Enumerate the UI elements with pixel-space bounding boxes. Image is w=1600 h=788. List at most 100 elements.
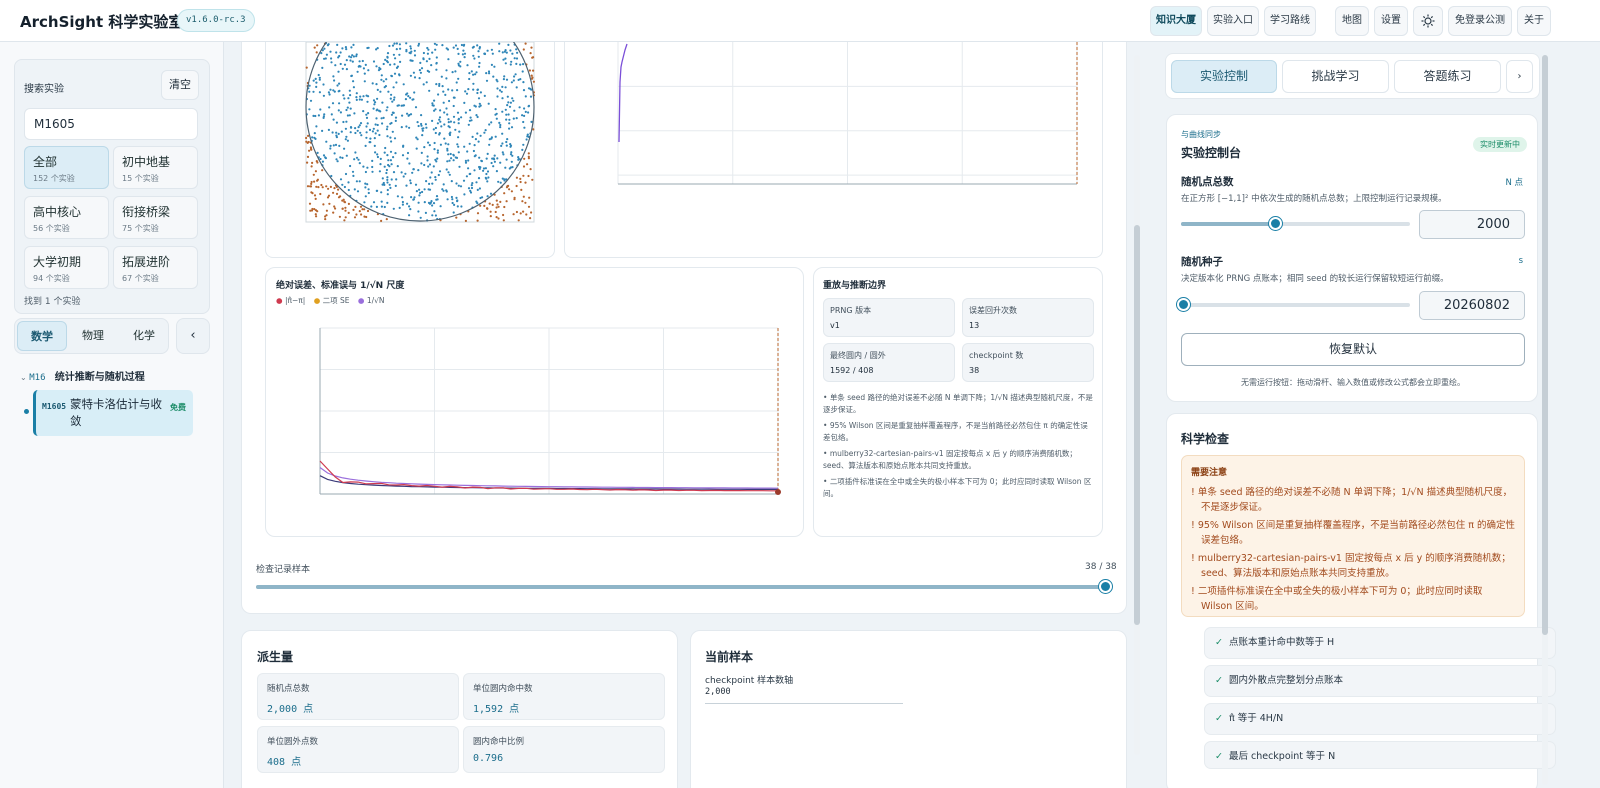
note-item: • mulberry32-cartesian-pairs-v1 固定按每点 x …	[823, 449, 1077, 470]
subject-math[interactable]: 数学	[17, 321, 67, 351]
category-senior[interactable]: 高中核心 56 个实验	[24, 196, 109, 239]
right-scrollbar-thumb[interactable]	[1542, 55, 1548, 635]
legend-err: |π̂−π|	[284, 296, 306, 305]
nav-about[interactable]: 关于	[1517, 6, 1551, 36]
param-seed-input[interactable]: 20260802	[1419, 291, 1525, 320]
scatter-point	[450, 195, 453, 199]
scatter-point	[376, 155, 379, 159]
scatter-point	[485, 172, 488, 176]
scatter-point	[332, 191, 335, 194]
scatter-point	[382, 116, 385, 119]
scatter-point	[385, 218, 388, 221]
scatter-point	[474, 138, 477, 141]
right-scrollbar[interactable]	[1542, 55, 1548, 785]
scatter-point	[438, 170, 442, 173]
nav-knowledge[interactable]: 知识大厦	[1150, 6, 1202, 36]
clear-button[interactable]: 清空	[161, 70, 199, 100]
category-all[interactable]: 全部 152 个实验	[24, 146, 109, 189]
experiment-item[interactable]: M1605 蒙特卡洛估计与收敛 免费	[33, 390, 193, 436]
scatter-point	[498, 50, 501, 53]
param-seed-slider[interactable]	[1177, 298, 1410, 311]
scatter-point	[457, 117, 460, 120]
sample-card: 当前样本 checkpoint 样本数轴 2,000	[690, 630, 1127, 788]
scatter-point	[349, 107, 352, 110]
nav-experiments[interactable]: 实验入口	[1207, 6, 1259, 36]
group-header[interactable]: ⌄ M16 统计推断与随机过程	[20, 368, 145, 383]
scatter-point	[510, 151, 513, 154]
scatter-point	[309, 185, 312, 188]
scatter-point	[485, 72, 488, 75]
scatter-point	[371, 159, 374, 162]
scatter-point	[522, 174, 525, 177]
scatter-point	[495, 78, 498, 81]
scatter-point	[515, 48, 518, 51]
collapse-sidebar-button[interactable]: ‹	[176, 318, 210, 354]
tab-experiment-control[interactable]: 实验控制	[1171, 60, 1277, 93]
scatter-point	[426, 155, 429, 158]
scatter-point	[504, 108, 507, 111]
scatter-point	[439, 109, 442, 112]
scatter-point	[417, 124, 420, 128]
scatter-point	[343, 147, 346, 150]
scatter-point	[519, 63, 522, 66]
group-code: M16	[29, 373, 46, 383]
scatter-point	[452, 154, 455, 157]
sample-slider-track[interactable]	[256, 580, 1112, 593]
param-n-slider[interactable]	[1181, 217, 1410, 230]
scatter-point	[503, 192, 506, 195]
scatter-point	[463, 56, 466, 59]
scatter-point	[394, 57, 397, 60]
nav-settings[interactable]: 设置	[1374, 6, 1408, 36]
scatter-point	[348, 101, 351, 104]
scatter-point	[386, 135, 389, 138]
scatter-point	[337, 56, 340, 59]
param-n-input[interactable]: 2000	[1419, 210, 1525, 239]
error-rebounds: 误差回升次数 13	[962, 298, 1094, 337]
reset-button[interactable]: 恢复默认	[1181, 333, 1525, 366]
scatter-point	[508, 118, 511, 121]
sample-slider-thumb[interactable]	[1099, 580, 1112, 593]
subject-chemistry[interactable]: 化学	[119, 321, 169, 351]
check-item: ✓ 最后 checkpoint 等于 N	[1204, 741, 1556, 769]
nav-map[interactable]: 地图	[1335, 6, 1369, 36]
scatter-point	[335, 51, 338, 54]
scatter-point	[464, 161, 468, 164]
tab-challenge[interactable]: 挑战学习	[1282, 60, 1389, 93]
search-input[interactable]: M1605	[24, 108, 198, 140]
scatter-point	[438, 118, 441, 121]
scatter-point	[508, 127, 511, 130]
scatter-point	[312, 114, 315, 117]
scatter-point	[477, 140, 480, 143]
scatter-point	[495, 216, 498, 219]
scatter-point	[413, 54, 417, 57]
scatter-point	[342, 94, 345, 97]
category-university[interactable]: 大学初期 94 个实验	[24, 246, 109, 289]
scatter-point	[408, 162, 411, 165]
tab-more-button[interactable]: ›	[1506, 60, 1533, 93]
scatter-point	[346, 114, 349, 117]
param-n-slider-thumb[interactable]	[1268, 217, 1282, 230]
warning-item: ! 二项插件标准误在全中或全失的极小样本下可为 0；此时应同时读取 Wilson…	[1191, 586, 1483, 612]
scatter-point	[393, 63, 396, 66]
scatter-point	[332, 144, 335, 147]
control-card: 与曲线同步 实验控制台 实时更新中 随机点总数 N 点 在正方形 [−1,1]²…	[1166, 114, 1538, 402]
nav-public-beta[interactable]: 免登录公测	[1448, 6, 1512, 36]
center-scrollbar-thumb[interactable]	[1134, 225, 1140, 625]
scatter-point	[494, 135, 497, 138]
category-junior[interactable]: 初中地基 15 个实验	[113, 146, 198, 189]
param-seed-slider-thumb[interactable]	[1177, 298, 1190, 311]
control-title: 实验控制台	[1181, 146, 1242, 160]
scatter-point	[375, 83, 378, 86]
scatter-point	[499, 123, 502, 127]
scatter-point	[424, 123, 427, 126]
subject-physics[interactable]: 物理	[68, 321, 118, 351]
tab-quiz[interactable]: 答题练习	[1394, 60, 1501, 93]
theme-toggle-button[interactable]	[1413, 6, 1443, 36]
nav-learning-path[interactable]: 学习路线	[1264, 6, 1316, 36]
scatter-point	[509, 49, 512, 52]
center-scrollbar[interactable]	[1134, 55, 1140, 755]
category-advanced[interactable]: 拓展进阶 67 个实验	[113, 246, 198, 289]
scatter-point	[376, 123, 379, 127]
category-bridge[interactable]: 衔接桥梁 75 个实验	[113, 196, 198, 239]
scatter-point	[528, 69, 531, 72]
